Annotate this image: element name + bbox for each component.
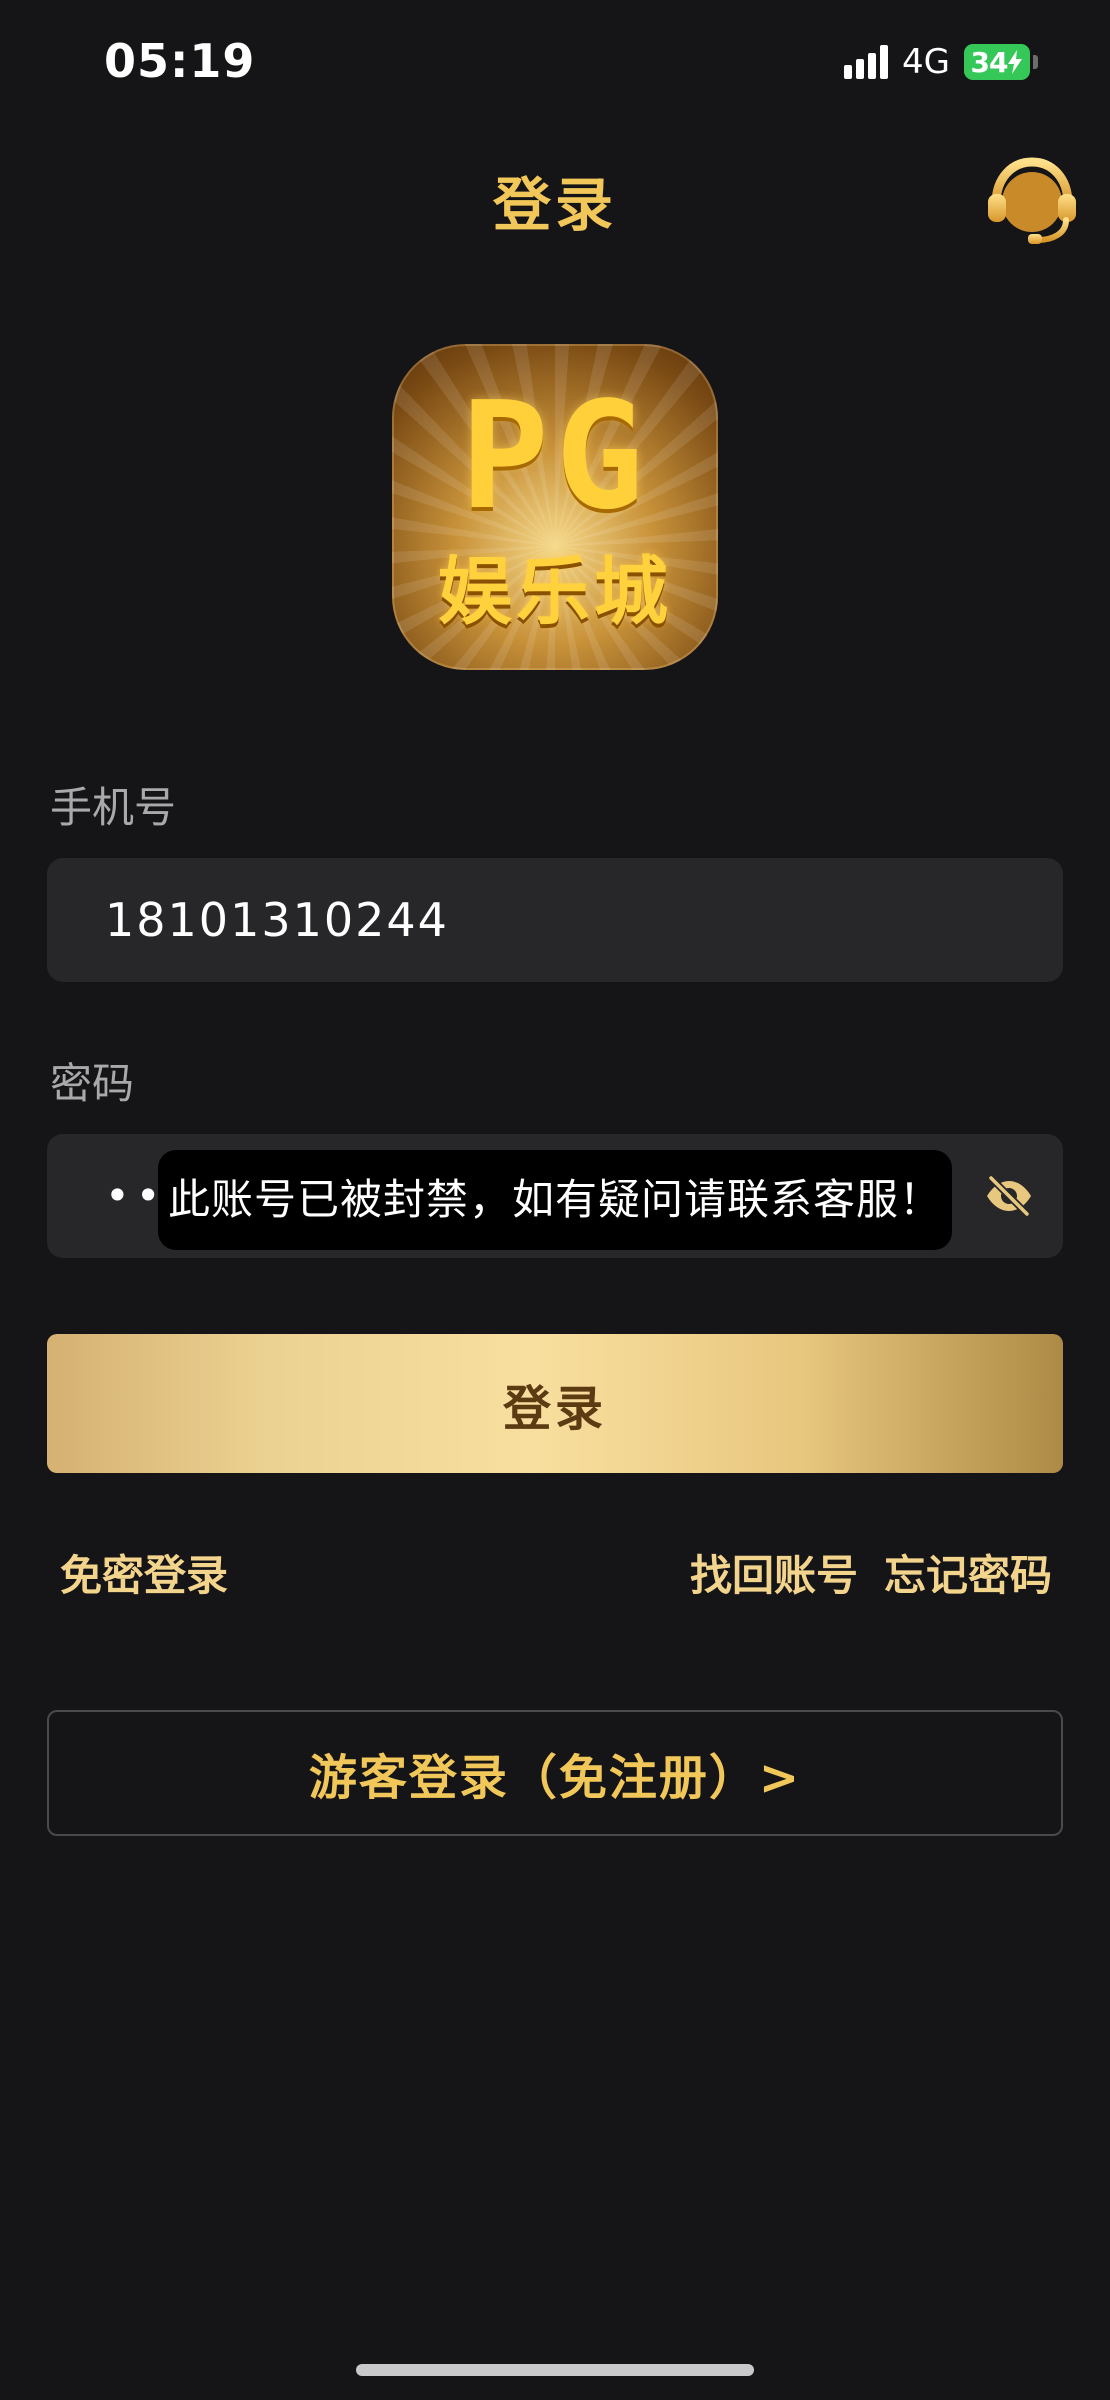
login-button[interactable]: 登录 (47, 1334, 1063, 1473)
battery-level: 34 (970, 45, 1009, 79)
logo-name: 娱乐城 (438, 549, 672, 635)
home-indicator[interactable] (356, 2364, 754, 2376)
login-screen: 05:19 4G 34 登录 PG 娱乐城 手机号 18101310244 密码… (0, 0, 1110, 2400)
guest-login-button[interactable]: 游客登录（免注册）> (47, 1710, 1063, 1836)
password-label: 密码 (50, 1059, 135, 1108)
charging-bolt-icon (1008, 50, 1023, 74)
phone-label: 手机号 (50, 783, 177, 832)
recover-account-link[interactable]: 找回账号 (690, 1542, 858, 1603)
phone-value: 18101310244 (105, 893, 449, 947)
forgot-password-link[interactable]: 忘记密码 (884, 1542, 1052, 1603)
network-type: 4G (902, 42, 950, 82)
passwordless-login-link[interactable]: 免密登录 (60, 1542, 228, 1603)
headset-icon (988, 157, 1076, 244)
password-visibility-toggle[interactable] (981, 1168, 1037, 1224)
error-toast: 此账号已被封禁，如有疑问请联系客服！ (158, 1150, 952, 1250)
battery-icon: 34 (964, 44, 1038, 80)
phone-field[interactable]: 18101310244 (47, 858, 1063, 982)
signal-icon (844, 45, 889, 79)
page-title: 登录 (492, 171, 617, 239)
status-time: 05:19 (104, 34, 256, 88)
app-logo: PG 娱乐城 (392, 344, 718, 670)
logo-letters: PG (459, 370, 651, 542)
status-indicators: 4G 34 (844, 40, 1038, 84)
customer-service-button[interactable] (982, 150, 1082, 250)
eye-off-icon (987, 1174, 1031, 1218)
